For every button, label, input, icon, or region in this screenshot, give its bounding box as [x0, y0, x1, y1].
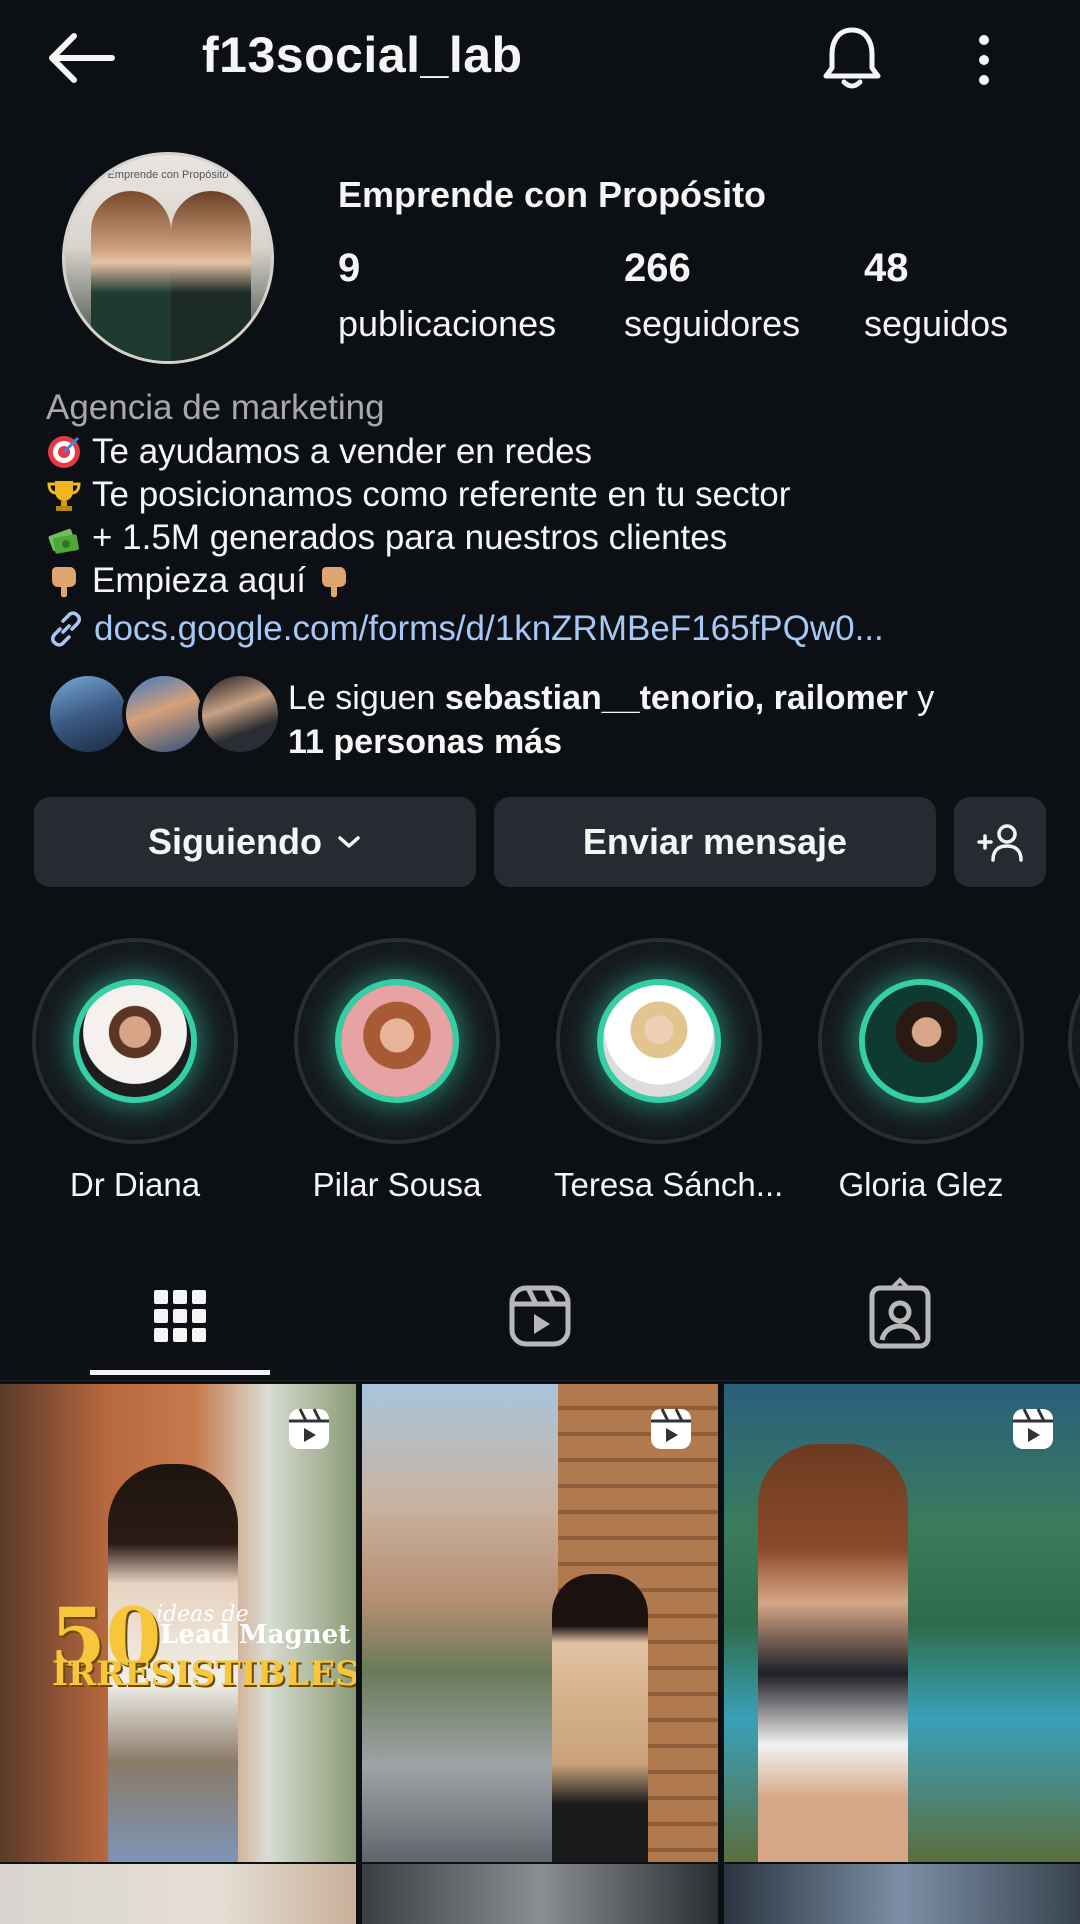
- profile-category: Agencia de marketing: [46, 388, 385, 427]
- follower-avatar: [46, 672, 130, 756]
- highlight-cover: [79, 985, 191, 1097]
- stat-following-label: seguidos: [864, 303, 1009, 344]
- back-arrow-icon[interactable]: [44, 28, 116, 88]
- highlight-item[interactable]: Pilar Sousa: [292, 938, 502, 1204]
- post-tile[interactable]: [724, 1864, 1080, 1924]
- tagged-icon[interactable]: [860, 1276, 940, 1356]
- post-overlay-title: Lead Magnet: [160, 1620, 351, 1650]
- profile-tabs: [0, 1262, 1080, 1381]
- active-tab-indicator: [90, 1370, 270, 1375]
- highlight-label: Gloria Glez: [838, 1166, 1004, 1203]
- highlight-ring: [1068, 938, 1080, 1144]
- bio-line: Te ayudamos a vender en redes: [46, 430, 1046, 473]
- profile-bio: Agencia de marketing Te ayudamos a vende…: [46, 386, 1046, 654]
- stat-followers[interactable]: 266 seguidores: [624, 246, 800, 345]
- stat-posts[interactable]: 9 publicaciones: [338, 246, 556, 345]
- trophy-emoji-icon: [47, 480, 81, 511]
- stat-posts-label: publicaciones: [338, 303, 557, 344]
- highlight-label: Teresa Sánch...: [554, 1166, 784, 1203]
- highlight-ring: [294, 938, 500, 1144]
- add-person-icon: [977, 824, 1023, 862]
- followed-by-names: sebastian__tenorio, railomer: [444, 679, 908, 717]
- bio-line-text: Empieza aquí: [92, 561, 307, 600]
- notification-bell-icon[interactable]: [820, 24, 884, 92]
- highlight-cover: [341, 985, 453, 1097]
- stat-following-count: 48: [864, 246, 909, 290]
- stat-posts-count: 9: [338, 246, 361, 290]
- followed-by-text: Le siguen sebastian__tenorio, railomer y…: [288, 676, 1048, 764]
- avatar-person-right: [171, 191, 251, 361]
- bio-line: Empieza aquí: [46, 559, 1046, 602]
- highlight-ring: [818, 938, 1024, 1144]
- target-emoji-icon: [48, 435, 80, 468]
- highlight-ring: [556, 938, 762, 1144]
- followed-by-prefix: Le siguen: [288, 679, 445, 717]
- post-tile[interactable]: [0, 1864, 356, 1924]
- stat-followers-label: seguidores: [624, 303, 801, 344]
- profile-full-name: Emprende con Propósito: [338, 174, 767, 215]
- highlight-item-partial[interactable]: [1068, 938, 1080, 1144]
- followed-by-others: 11 personas más: [288, 723, 563, 761]
- post-tile[interactable]: [362, 1384, 718, 1862]
- highlight-item[interactable]: Dr Diana: [30, 938, 240, 1204]
- stat-following[interactable]: 48 seguidos: [864, 246, 1008, 345]
- send-message-button[interactable]: Enviar mensaje: [494, 797, 936, 887]
- reel-badge-icon: [289, 1408, 329, 1449]
- send-message-label: Enviar mensaje: [582, 821, 848, 862]
- reels-icon[interactable]: [500, 1276, 580, 1356]
- following-button-label: Siguiendo: [148, 821, 322, 862]
- highlight-item[interactable]: Teresa Sánch...: [554, 938, 784, 1204]
- stat-followers-count: 266: [624, 246, 691, 290]
- profile-link[interactable]: docs.google.com/forms/d/1knZRMBeF165fPQw…: [46, 604, 1046, 654]
- follower-avatar: [198, 672, 282, 756]
- link-icon: [51, 611, 81, 647]
- profile-username: f13social_lab: [202, 27, 523, 83]
- reel-badge-icon: [1013, 1408, 1053, 1449]
- profile-link-text[interactable]: docs.google.com/forms/d/1knZRMBeF165fPQw…: [94, 604, 884, 654]
- highlight-label: Dr Diana: [69, 1166, 201, 1203]
- highlight-cover: [865, 985, 977, 1097]
- reel-badge-icon: [651, 1408, 691, 1449]
- post-person: [758, 1444, 908, 1862]
- avatar-caption: Emprende con Propósito: [107, 169, 229, 181]
- post-person: [552, 1574, 648, 1862]
- suggest-people-button[interactable]: [954, 797, 1046, 887]
- bio-line: + 1.5M generados para nuestros clientes: [46, 516, 1046, 559]
- avatar-person-left: [91, 191, 171, 361]
- pointing-down-emoji-icon: [52, 566, 76, 597]
- top-bar: f13social_lab: [0, 0, 1080, 118]
- bio-line-text: + 1.5M generados para nuestros clientes: [92, 518, 728, 557]
- post-overlay-bottom: IRRESISTIBLES: [52, 1654, 356, 1694]
- highlight-cover: [603, 985, 715, 1097]
- bio-line-text: Te ayudamos a vender en redes: [92, 432, 593, 471]
- bio-line-text: Te posicionamos como referente en tu sec…: [92, 475, 791, 514]
- post-tile[interactable]: 50 ideas de Lead Magnet IRRESISTIBLES: [0, 1384, 356, 1862]
- grid-icon[interactable]: [140, 1276, 220, 1356]
- followed-by-row[interactable]: Le siguen sebastian__tenorio, railomer y…: [46, 670, 1046, 762]
- bio-line: Te posicionamos como referente en tu sec…: [46, 473, 1046, 516]
- post-tile[interactable]: [362, 1864, 718, 1924]
- more-options-icon[interactable]: [966, 30, 1002, 90]
- chevron-down-icon: [338, 836, 360, 848]
- pointing-down-emoji-icon: [322, 566, 347, 597]
- highlight-ring: [32, 938, 238, 1144]
- profile-avatar[interactable]: Emprende con Propósito: [62, 152, 274, 364]
- highlight-item[interactable]: Gloria Glez: [816, 938, 1026, 1204]
- follower-avatar: [122, 672, 206, 756]
- following-button[interactable]: Siguiendo: [34, 797, 476, 887]
- money-emoji-icon: [48, 528, 79, 554]
- post-tile[interactable]: [724, 1384, 1080, 1862]
- followed-by-connector: y: [907, 679, 935, 717]
- highlight-label: Pilar Sousa: [312, 1166, 482, 1203]
